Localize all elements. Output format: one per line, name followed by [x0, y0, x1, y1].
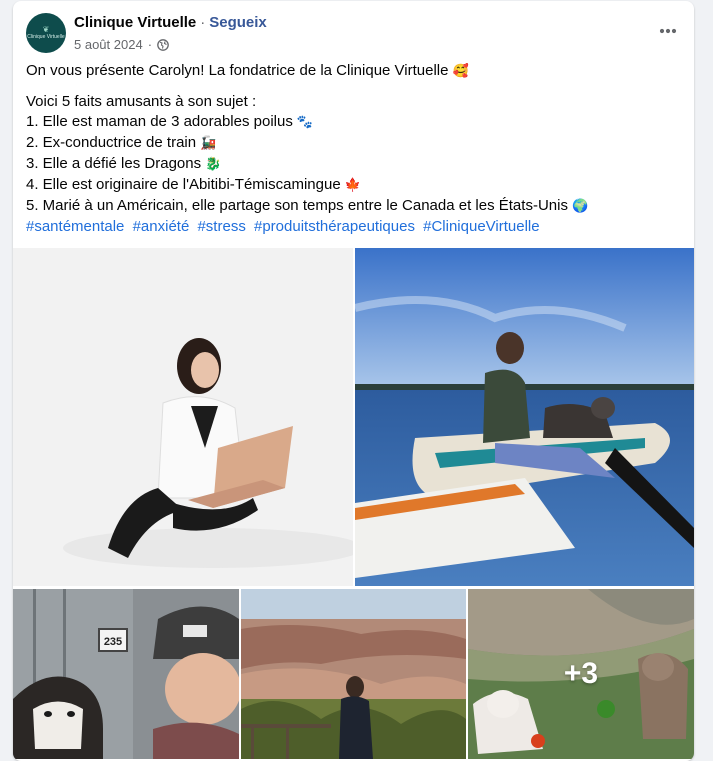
avatar[interactable]: ❦ Clinique Virtuelle	[26, 13, 66, 53]
intro-line: On vous présente Carolyn! La fondatrice …	[26, 61, 686, 82]
post-text: On vous présente Carolyn! La fondatrice …	[26, 61, 686, 237]
separator: ·	[200, 14, 206, 31]
post-date[interactable]: 5 août 2024	[74, 37, 143, 52]
hashtag-list: #santémentale #anxiété #stress #produits…	[26, 217, 686, 237]
hashtag-link[interactable]: #CliniqueVirtuelle	[423, 218, 539, 235]
avatar-leaf-icon: ❦	[42, 25, 50, 34]
photo-canyon[interactable]	[241, 589, 466, 759]
hashtag-link[interactable]: #santémentale	[26, 218, 124, 235]
more-options-icon	[659, 28, 677, 34]
fact-text: 2. Ex-conductrice de train	[26, 134, 197, 151]
meta-dot: ·	[147, 37, 153, 52]
dragon-icon: 🐉	[205, 157, 222, 172]
fact-text: 1. Elle est maman de 3 adorables poilus	[26, 113, 293, 130]
photo-paddleboard-lake[interactable]	[355, 248, 694, 586]
globe-icon	[157, 38, 169, 51]
fact-item: 2. Ex-conductrice de train 🚂	[26, 133, 686, 154]
maple-leaf-icon: 🍁	[344, 178, 361, 193]
fact-item: 3. Elle a défié les Dragons 🐉	[26, 154, 686, 175]
paw-icon: 🐾	[296, 115, 314, 130]
photo-woman-laptop[interactable]	[13, 248, 353, 586]
fact-item: 5. Marié à un Américain, elle partage so…	[26, 196, 686, 217]
intro-emoji: 🥰	[452, 64, 469, 79]
post-card: ❦ Clinique Virtuelle Clinique Virtuelle ·…	[13, 1, 694, 761]
hashtag-link[interactable]: #stress	[197, 218, 245, 235]
hashtag-link[interactable]: #produitsthérapeutiques	[254, 218, 415, 235]
more-options-button[interactable]	[656, 19, 680, 43]
globe-earth-icon: 🌍	[571, 199, 589, 214]
fact-text: 4. Elle est originaire de l'Abitibi-Témi…	[26, 176, 341, 193]
more-photos-count[interactable]: +3	[468, 589, 694, 759]
photo-selfie-dog[interactable]: 235	[13, 589, 239, 759]
avatar-label: Clinique Virtuelle	[27, 34, 65, 40]
post-header: ❦ Clinique Virtuelle Clinique Virtuelle ·…	[13, 1, 694, 61]
post-meta: 5 août 2024 ·	[74, 37, 169, 52]
intro-text: On vous présente Carolyn! La fondatrice …	[26, 62, 449, 79]
fact-item: 1. Elle est maman de 3 adorables poilus 🐾	[26, 112, 686, 133]
follow-link[interactable]: Segueix	[209, 14, 267, 31]
fact-text: 5. Marié à un Américain, elle partage so…	[26, 197, 568, 214]
facts-title: Voici 5 faits amusants à son sujet :	[26, 93, 257, 110]
train-icon: 🚂	[200, 136, 217, 151]
author-name[interactable]: Clinique Virtuelle	[74, 14, 196, 31]
author-line: Clinique Virtuelle · Segueix	[74, 14, 267, 31]
hashtag-link[interactable]: #anxiété	[133, 218, 190, 235]
svg-text:235: 235	[104, 636, 122, 648]
fact-item: 4. Elle est originaire de l'Abitibi-Témi…	[26, 175, 686, 196]
photo-dogs-more[interactable]: +3	[468, 589, 694, 759]
fact-text: 3. Elle a défié les Dragons	[26, 155, 202, 172]
